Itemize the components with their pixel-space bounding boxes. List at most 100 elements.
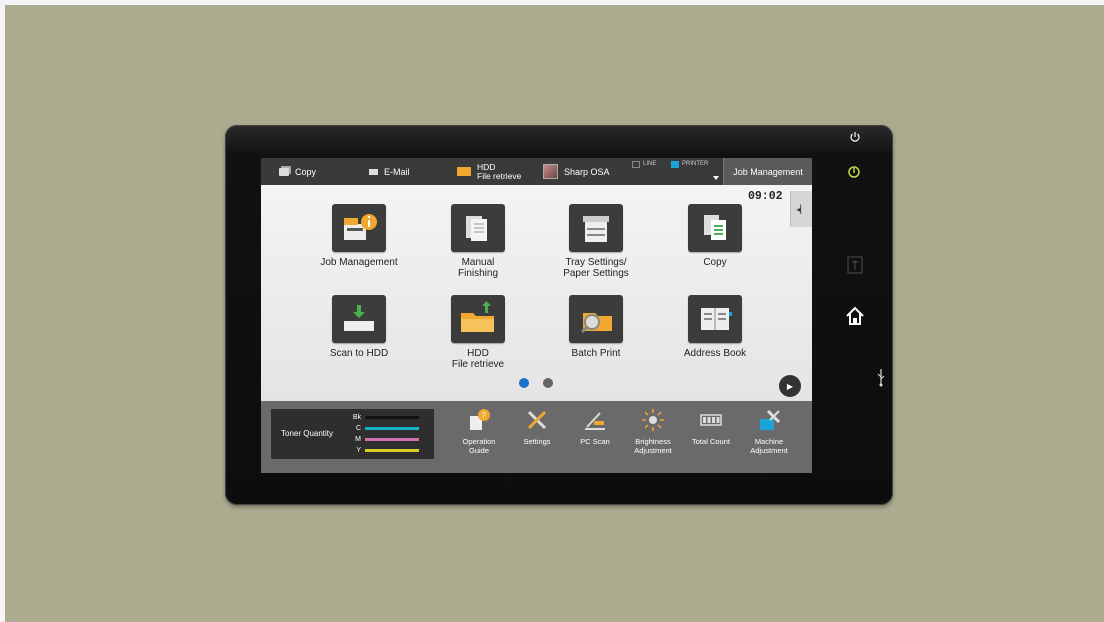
toner-label-c: C: [355, 425, 361, 432]
energy-save-icon: [847, 256, 863, 274]
toner-row-c: C: [349, 425, 419, 432]
operation-guide-icon: ?: [466, 407, 492, 433]
batch-print-icon: [569, 295, 623, 343]
printer-control-panel: Copy E-Mail HDD File retrieve Sharp OSA …: [225, 125, 893, 505]
toner-label-y: Y: [356, 447, 361, 454]
machine-adjustment-icon: [756, 407, 782, 433]
play-arrow-icon: ▶: [786, 381, 794, 391]
pc-scan-button[interactable]: PC Scan: [567, 407, 623, 446]
topbar-email-label: E-Mail: [384, 166, 410, 177]
side-panel-toggle[interactable]: ◂▏: [790, 191, 812, 227]
home-screen: 09:02 ◂▏ Job Management Manual Finishing…: [261, 185, 812, 401]
topbar-hdd-line2: File retrieve: [477, 170, 522, 181]
tile-label-line1: Job Management: [320, 257, 398, 268]
bottom-label-line1: Brightness: [635, 437, 671, 446]
manual-finishing-icon: [451, 204, 505, 252]
total-count-button[interactable]: Total Count: [683, 407, 739, 446]
tile-label-line1: Manual: [461, 257, 495, 268]
bottom-label-line1: Total Count: [692, 437, 730, 446]
line-indicator-label: LINE: [643, 161, 657, 167]
svg-text:?: ?: [482, 411, 487, 420]
address-book-icon: [688, 295, 742, 343]
usb-icon: [877, 369, 885, 387]
tile-label-line1: HDD: [467, 348, 489, 359]
tile-tray-settings[interactable]: Tray Settings/ Paper Settings: [536, 204, 656, 279]
power-icon: [850, 132, 860, 142]
printer-indicator-label: PRINTER: [682, 161, 709, 167]
machine-adjustment-button[interactable]: Machine Adjustment: [741, 407, 797, 455]
tile-copy[interactable]: Copy: [655, 204, 775, 268]
page-dot-1[interactable]: [519, 378, 529, 388]
tile-label-line2: Paper Settings: [563, 268, 629, 279]
moon-icon: [851, 207, 858, 221]
clock: 09:02: [748, 190, 783, 203]
tile-address-book[interactable]: Address Book: [655, 295, 775, 359]
tile-label-line1: Address Book: [683, 348, 747, 359]
toner-label-m: M: [355, 436, 361, 443]
printer-indicator: PRINTER: [671, 158, 708, 170]
toner-label-bk: Bk: [352, 414, 361, 421]
top-bar: Copy E-Mail HDD File retrieve Sharp OSA …: [261, 158, 812, 185]
sleep-button[interactable]: [847, 205, 863, 223]
tile-scan-to-hdd[interactable]: Scan to HDD: [299, 295, 419, 359]
topbar-email-button[interactable]: E-Mail: [369, 158, 410, 185]
toner-row-bk: Bk: [349, 414, 419, 421]
power-button[interactable]: [849, 130, 861, 144]
brightness-icon: [640, 407, 666, 433]
tile-hdd-file-retrieve[interactable]: HDD File retrieve: [418, 295, 538, 370]
page-indicator: [519, 378, 553, 388]
toner-bar-bk: [365, 416, 419, 419]
topbar-osa-label: Sharp OSA: [564, 166, 610, 177]
home-button[interactable]: [844, 305, 866, 327]
bottom-label-line2: Adjustment: [750, 446, 788, 455]
toner-bar-y: [365, 449, 419, 452]
tile-batch-print[interactable]: Batch Print: [536, 295, 656, 359]
page-dot-2[interactable]: [543, 378, 553, 388]
job-management-button[interactable]: Job Management: [723, 158, 812, 185]
pc-scan-icon: [582, 407, 608, 433]
toner-row-m: M: [349, 436, 419, 443]
copy-icon: [688, 204, 742, 252]
settings-button[interactable]: Settings: [509, 407, 565, 446]
touch-screen: Copy E-Mail HDD File retrieve Sharp OSA …: [261, 158, 812, 473]
printer-indicator-icon: [671, 160, 679, 168]
main-power-indicator: [847, 165, 861, 179]
folder-icon: [457, 167, 471, 176]
energy-save-button[interactable]: [846, 255, 864, 275]
line-indicator: LINE: [632, 158, 656, 170]
job-management-icon: [332, 204, 386, 252]
frame-left-edge: [0, 0, 5, 622]
tile-label-line1: Copy: [703, 257, 727, 268]
toner-quantity-label: Toner Quantity: [281, 429, 334, 438]
bottom-bar: Toner Quantity Bk C M Y ? Operation Guid…: [261, 401, 812, 473]
tile-label-line1: Batch Print: [571, 348, 621, 359]
topbar-hdd-button[interactable]: HDD File retrieve: [457, 158, 521, 185]
brightness-adjustment-button[interactable]: Brightness Adjustment: [625, 407, 681, 455]
tile-label-line2: Finishing: [457, 268, 499, 279]
operation-guide-button[interactable]: ? Operation Guide: [451, 407, 507, 455]
line-indicator-icon: [632, 160, 640, 168]
home-icon: [846, 306, 864, 325]
toner-bar-m: [365, 438, 419, 441]
next-page-button[interactable]: ▶: [779, 375, 801, 397]
tile-job-management[interactable]: Job Management: [299, 204, 419, 268]
tile-label-line1: Tray Settings/: [565, 257, 627, 268]
tile-label-line2: File retrieve: [451, 359, 505, 370]
printer-tray-icon: [569, 204, 623, 252]
settings-icon: [524, 407, 550, 433]
toner-quantity-panel: Toner Quantity Bk C M Y: [271, 409, 434, 459]
bottom-label-line1: Operation: [462, 437, 496, 446]
tile-manual-finishing[interactable]: Manual Finishing: [418, 204, 538, 279]
bottom-label-line2: Adjustment: [634, 446, 672, 455]
topbar-copy-button[interactable]: Copy: [279, 158, 316, 185]
speaker-arrow-icon: ◂▏: [796, 204, 807, 214]
scan-to-hdd-icon: [332, 295, 386, 343]
topbar-sharp-osa-button[interactable]: Sharp OSA: [543, 158, 610, 185]
bottom-label-line1: PC Scan: [580, 437, 610, 446]
email-icon: [369, 168, 378, 175]
chevron-down-icon[interactable]: [713, 176, 719, 180]
folder-retrieve-icon: [451, 295, 505, 343]
bottom-label-line1: Machine: [754, 437, 784, 446]
power-led-icon: [848, 166, 860, 178]
topbar-copy-label: Copy: [295, 166, 317, 177]
